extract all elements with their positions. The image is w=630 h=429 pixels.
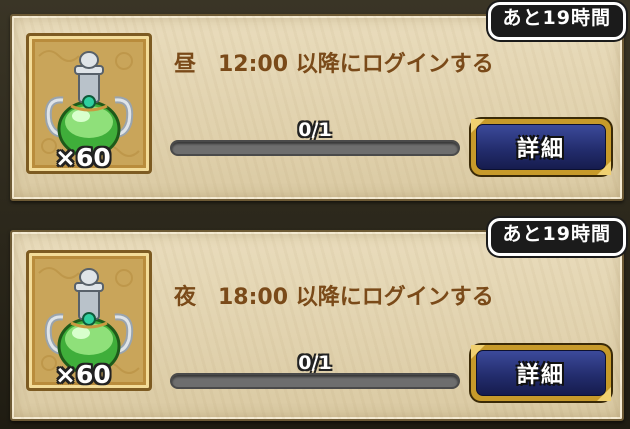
reward-quantity: ×60 xyxy=(55,360,111,389)
progress-bar xyxy=(170,140,460,156)
details-button-label: 詳細 xyxy=(476,350,606,396)
progress-count: 0/1 xyxy=(298,352,332,374)
time-remaining-badge: あと19時間 xyxy=(487,218,626,256)
details-button[interactable]: 詳細 xyxy=(471,345,611,401)
progress-bar xyxy=(170,373,460,389)
reward-item-frame[interactable]: ×60 xyxy=(26,250,152,391)
mission-description: 夜 18:00 以降にログインする xyxy=(174,285,494,310)
reward-item-frame[interactable]: ×60 xyxy=(26,33,152,174)
mission-card: あと19時間 ×60 昼 12:00 以降にログインする 0/1 詳細 xyxy=(10,2,626,201)
details-button[interactable]: 詳細 xyxy=(471,119,611,175)
mission-card: あと19時間 ×60 夜 18:00 以降にログインする 0/1 詳細 xyxy=(10,218,626,421)
progress-count: 0/1 xyxy=(298,119,332,141)
mission-description: 昼 12:00 以降にログインする xyxy=(174,52,494,77)
details-button-label: 詳細 xyxy=(476,124,606,170)
time-remaining-badge: あと19時間 xyxy=(487,2,626,40)
reward-quantity: ×60 xyxy=(55,143,111,172)
